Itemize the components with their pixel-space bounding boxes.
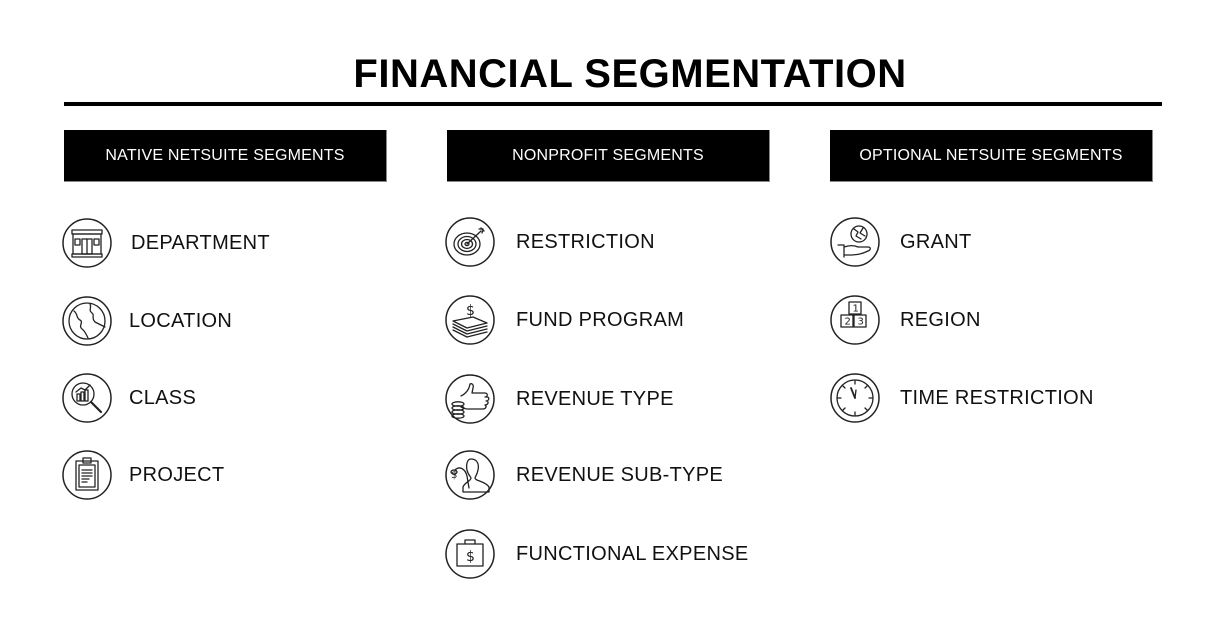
- segment-item-functional-expense: $ FUNCTIONAL EXPENSE: [445, 528, 748, 580]
- clock-icon: [830, 373, 880, 423]
- person-money-icon: $: [445, 450, 495, 500]
- svg-text:$: $: [466, 549, 475, 565]
- segment-item-location: LOCATION: [62, 295, 232, 347]
- magnifier-chart-icon: [62, 373, 112, 423]
- money-stack-icon: $: [445, 295, 495, 345]
- target-icon: [445, 217, 495, 267]
- clipboard-icon: [62, 450, 112, 500]
- region-number-3: 3: [858, 317, 864, 328]
- title-divider: [64, 102, 1162, 106]
- segment-item-project: PROJECT: [62, 449, 224, 501]
- segment-item-department: DEPARTMENT: [62, 217, 270, 269]
- segment-label: GRANT: [900, 230, 972, 253]
- segment-label: TIME RESTRICTION: [900, 386, 1094, 409]
- segment-item-class: CLASS: [62, 372, 196, 424]
- column-header-optional: OPTIONAL NETSUITE SEGMENTS: [830, 130, 1153, 182]
- segment-label: CLASS: [129, 386, 197, 409]
- thumbs-up-coins-icon: [445, 374, 495, 424]
- segment-item-revenue-sub-type: $ REVENUE SUB-TYPE: [445, 449, 723, 501]
- segment-item-restriction: RESTRICTION: [445, 216, 655, 268]
- briefcase-dollar-icon: $: [445, 529, 495, 579]
- segment-item-region: 1 2 3 REGION: [830, 294, 981, 346]
- segment-label: LOCATION: [129, 309, 233, 332]
- segment-item-grant: GRANT: [830, 216, 972, 268]
- hand-globe-icon: [830, 217, 880, 267]
- segment-label: FUND PROGRAM: [516, 308, 685, 331]
- page-title: FINANCIAL SEGMENTATION: [353, 52, 907, 96]
- segment-label: REVENUE SUB-TYPE: [516, 463, 724, 486]
- segment-label: REGION: [900, 308, 981, 331]
- region-number-2: 2: [845, 317, 851, 328]
- segment-label: DEPARTMENT: [131, 231, 270, 254]
- segment-label: REVENUE TYPE: [516, 387, 674, 410]
- segment-label: RESTRICTION: [516, 230, 655, 253]
- segment-item-fund-program: $ FUND PROGRAM: [445, 294, 684, 346]
- segment-label: PROJECT: [129, 463, 225, 486]
- segment-label: FUNCTIONAL EXPENSE: [516, 542, 749, 565]
- region-number-1: 1: [853, 304, 859, 315]
- storefront-icon: [62, 218, 112, 268]
- numbered-blocks-icon: 1 2 3: [830, 295, 880, 345]
- globe-icon: [62, 296, 112, 346]
- segment-item-time-restriction: TIME RESTRICTION: [830, 372, 1094, 424]
- segment-item-revenue-type: REVENUE TYPE: [445, 373, 674, 425]
- column-header-native: NATIVE NETSUITE SEGMENTS: [64, 130, 387, 182]
- column-header-nonprofit: NONPROFIT SEGMENTS: [447, 130, 770, 182]
